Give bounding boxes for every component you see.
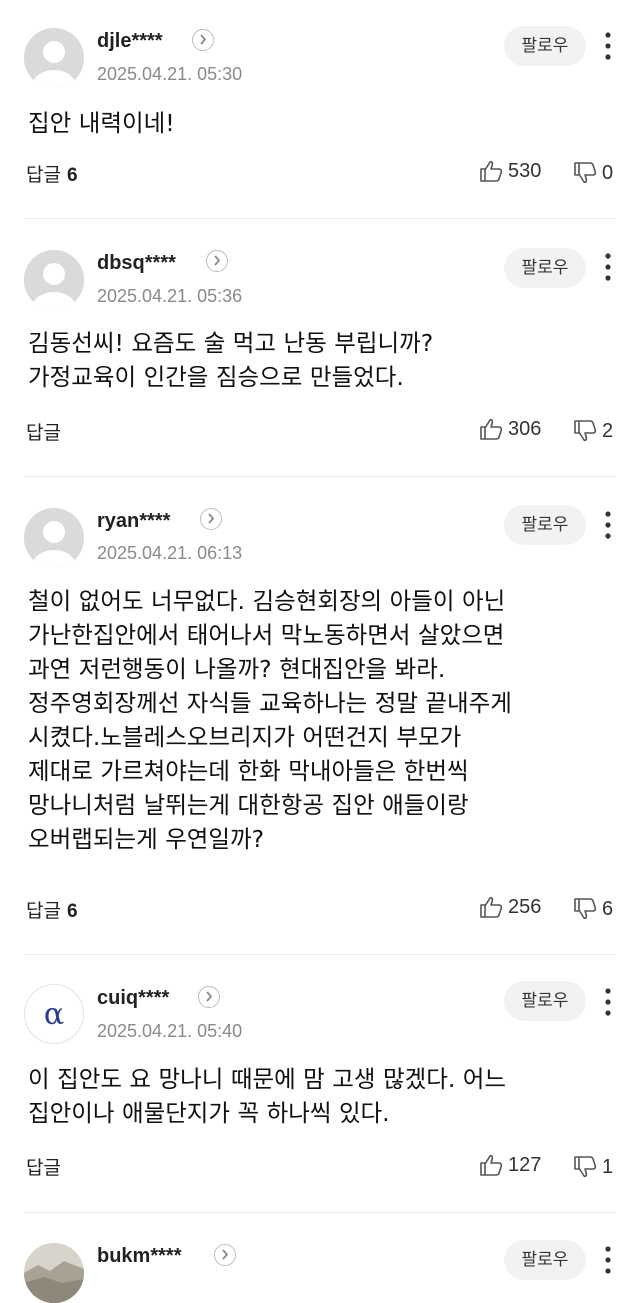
thumbs-up-icon bbox=[480, 160, 503, 182]
divider bbox=[24, 954, 616, 955]
like-count: 127 bbox=[508, 1153, 542, 1176]
more-options-icon[interactable] bbox=[598, 251, 618, 285]
alpha-avatar-icon[interactable]: α bbox=[24, 984, 84, 1044]
chevron-right-icon[interactable] bbox=[192, 29, 214, 51]
like-count: 306 bbox=[508, 417, 542, 440]
follow-button[interactable]: 팔로우 bbox=[504, 248, 586, 288]
default-avatar-icon[interactable] bbox=[24, 508, 84, 568]
thumbs-up-icon bbox=[480, 418, 503, 440]
nickname[interactable]: cuiq**** bbox=[97, 987, 169, 1010]
divider bbox=[24, 1212, 616, 1213]
thumbs-down-icon bbox=[574, 420, 597, 442]
thumbs-down-icon bbox=[574, 162, 597, 184]
reply-button[interactable]: 답글 bbox=[26, 1153, 61, 1180]
nickname[interactable]: ryan**** bbox=[97, 510, 170, 533]
comment-text: 철이 없어도 너무없다. 김승현회장의 아들이 아닌 가난한집안에서 태어나서 … bbox=[28, 587, 512, 853]
reply-label: 답글 bbox=[26, 164, 61, 186]
reply-label: 답글 bbox=[26, 422, 61, 444]
follow-button[interactable]: 팔로우 bbox=[504, 1240, 586, 1280]
thumbs-up-icon bbox=[480, 896, 503, 918]
like-button[interactable]: 127 bbox=[478, 1150, 541, 1180]
comment-date: 2025.04.21. 06:13 bbox=[97, 543, 243, 563]
photo-avatar-icon[interactable] bbox=[24, 1243, 84, 1303]
dislike-count: 2 bbox=[602, 419, 614, 442]
chevron-right-icon[interactable] bbox=[198, 986, 220, 1008]
comment-text: 김동선씨! 요즘도 술 먹고 난동 부립니까? 가정교육이 인간을 짐승으로 만… bbox=[28, 329, 434, 391]
thumbs-down-icon bbox=[574, 898, 597, 920]
default-avatar-icon[interactable] bbox=[24, 28, 84, 88]
like-button[interactable]: 530 bbox=[478, 156, 541, 186]
comment-date: 2025.04.21. 05:36 bbox=[97, 286, 243, 306]
reply-button[interactable]: 답글 6 bbox=[26, 896, 78, 923]
nickname[interactable]: dbsq**** bbox=[97, 252, 176, 275]
nickname[interactable]: bukm**** bbox=[97, 1245, 181, 1268]
dislike-button[interactable]: 0 bbox=[572, 158, 613, 188]
like-button[interactable]: 256 bbox=[478, 892, 541, 922]
follow-button[interactable]: 팔로우 bbox=[504, 505, 586, 545]
chevron-right-icon[interactable] bbox=[214, 1244, 236, 1266]
reply-button[interactable]: 답글 bbox=[26, 418, 61, 445]
divider bbox=[24, 218, 616, 219]
dislike-button[interactable]: 2 bbox=[572, 416, 613, 446]
chevron-right-icon[interactable] bbox=[200, 508, 222, 530]
like-count: 256 bbox=[508, 895, 542, 918]
chevron-right-icon[interactable] bbox=[206, 250, 228, 272]
reply-label: 답글 bbox=[26, 1157, 61, 1179]
divider bbox=[24, 476, 616, 477]
default-avatar-icon[interactable] bbox=[24, 250, 84, 310]
svg-text:α: α bbox=[44, 997, 64, 1032]
more-options-icon[interactable] bbox=[598, 1244, 618, 1278]
dislike-button[interactable]: 1 bbox=[572, 1152, 613, 1182]
reply-count: 6 bbox=[67, 165, 78, 186]
more-options-icon[interactable] bbox=[598, 986, 618, 1020]
like-button[interactable]: 306 bbox=[478, 414, 541, 444]
comment-date: 2025.04.21. 05:30 bbox=[97, 64, 243, 84]
follow-button[interactable]: 팔로우 bbox=[504, 26, 586, 66]
dislike-count: 6 bbox=[602, 897, 614, 920]
nickname[interactable]: djle**** bbox=[97, 30, 163, 53]
dislike-button[interactable]: 6 bbox=[572, 894, 613, 924]
more-options-icon[interactable] bbox=[598, 30, 618, 64]
reply-button[interactable]: 답글 6 bbox=[26, 160, 78, 187]
thumbs-up-icon bbox=[480, 1154, 503, 1176]
like-count: 530 bbox=[508, 159, 542, 182]
comment-date: 2025.04.21. 05:40 bbox=[97, 1021, 243, 1041]
follow-button[interactable]: 팔로우 bbox=[504, 981, 586, 1021]
comment-text: 이 집안도 요 망나니 때문에 맘 고생 많겠다. 어느 집안이나 애물단지가 … bbox=[28, 1065, 507, 1127]
comment-text: 집안 내력이네! bbox=[28, 109, 175, 137]
dislike-count: 1 bbox=[602, 1155, 614, 1178]
reply-label: 답글 bbox=[26, 900, 61, 922]
more-options-icon[interactable] bbox=[598, 509, 618, 543]
thumbs-down-icon bbox=[574, 1156, 597, 1178]
dislike-count: 0 bbox=[602, 161, 614, 184]
reply-count: 6 bbox=[67, 901, 78, 922]
